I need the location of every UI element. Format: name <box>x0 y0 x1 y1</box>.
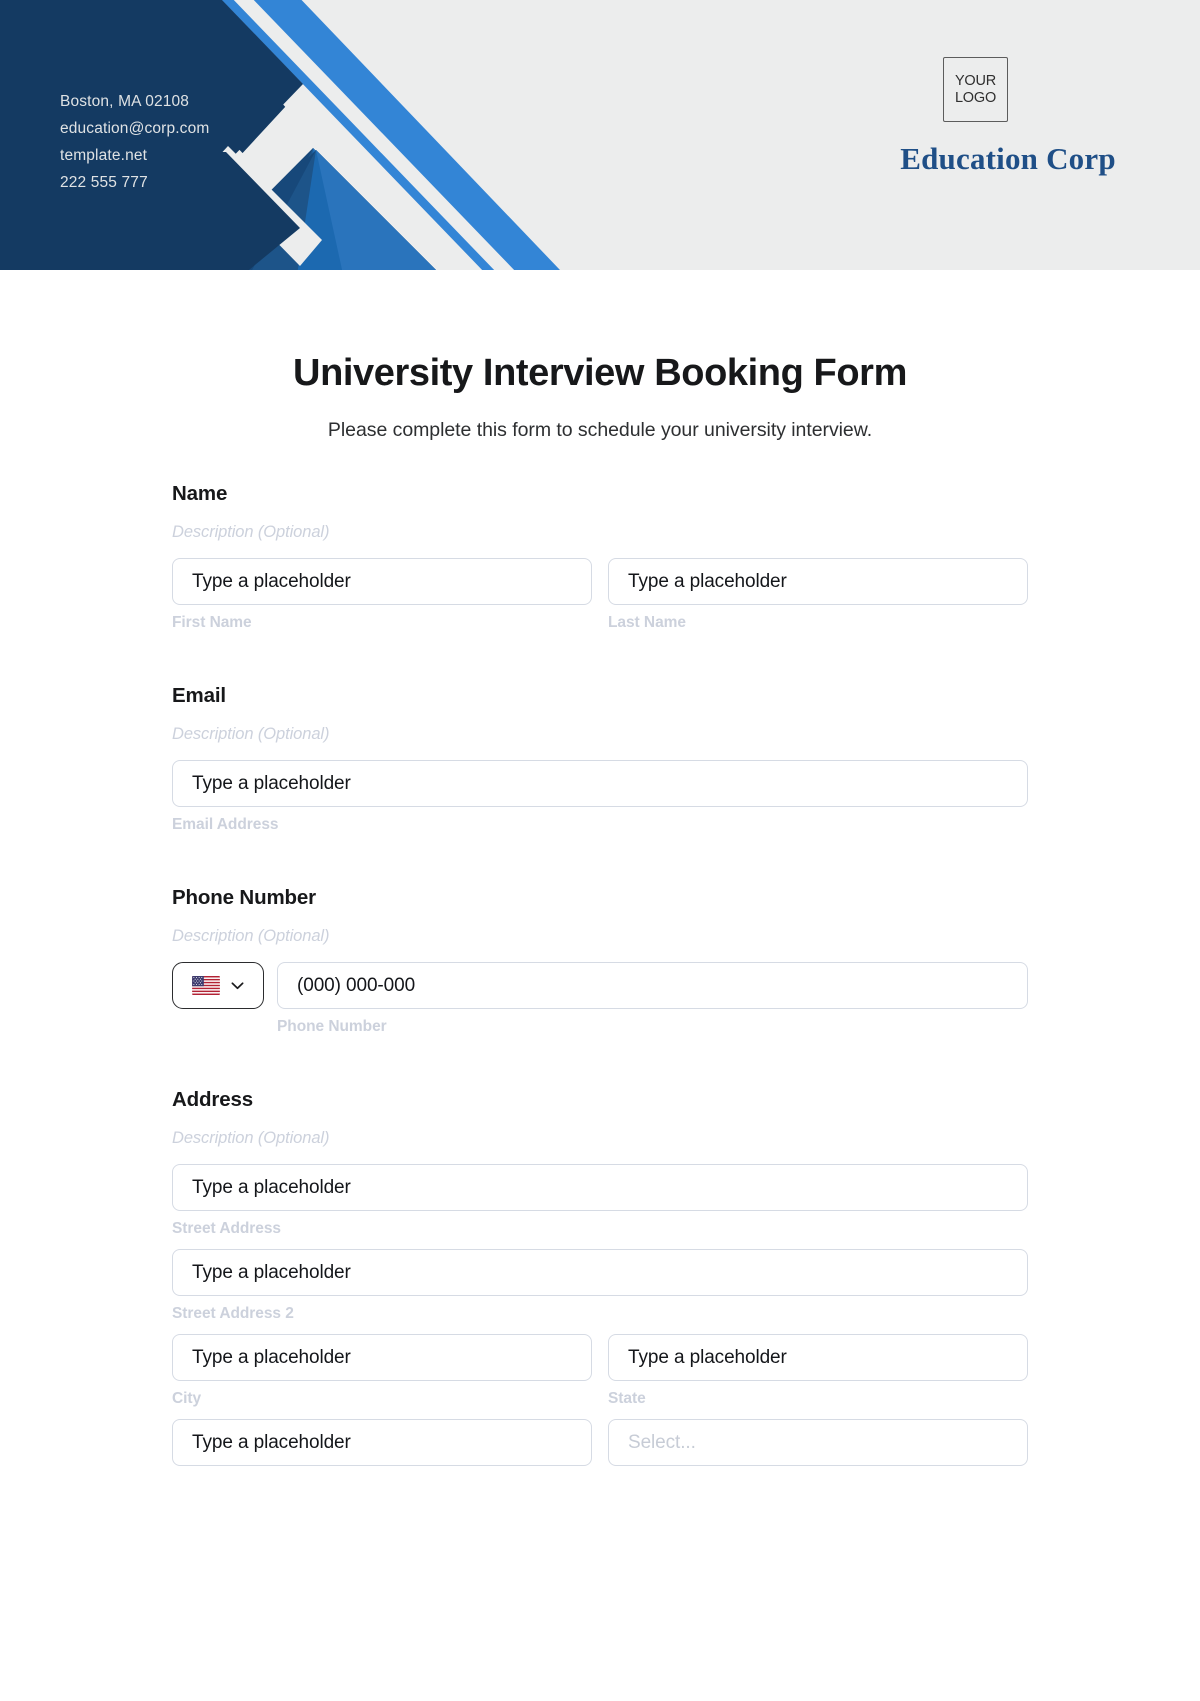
street-address-input[interactable]: Type a placeholder <box>172 1164 1028 1211</box>
sublabel-street-address-2: Street Address 2 <box>172 1305 294 1322</box>
street-address-2-input[interactable]: Type a placeholder <box>172 1249 1028 1296</box>
field-group-name: Name Description (Optional) Type a place… <box>172 482 1028 632</box>
logo-line-1: YOUR <box>954 73 997 89</box>
city-col: Type a placeholder City <box>172 1334 592 1408</box>
label-phone-number: Phone Number <box>172 886 316 909</box>
zip-country-row: Type a placeholder Select... <box>172 1419 1028 1466</box>
description-phone: Description (Optional) <box>172 927 330 945</box>
description-address: Description (Optional) <box>172 1129 330 1147</box>
sublabel-street-address: Street Address <box>172 1220 281 1237</box>
label-email: Email <box>172 684 226 707</box>
field-group-address: Address Description (Optional) Type a pl… <box>172 1088 1028 1466</box>
field-group-phone: Phone Number Description (Optional) (000… <box>172 886 1028 1036</box>
sublabel-last-name: Last Name <box>608 614 686 631</box>
phone-number-input[interactable]: (000) 000-000 <box>277 962 1028 1009</box>
form-page: University Interview Booking Form Please… <box>0 270 1200 1466</box>
country-code-select[interactable] <box>172 962 264 1009</box>
contact-address: Boston, MA 02108 <box>60 93 190 110</box>
phone-input-row: (000) 000-000 <box>172 962 1028 1009</box>
last-name-input[interactable]: Type a placeholder <box>608 558 1028 605</box>
contact-phone: 222 555 777 <box>60 174 148 191</box>
sublabel-first-name: First Name <box>172 614 252 631</box>
sublabel-city: City <box>172 1390 202 1407</box>
phone-number-col: (000) 000-000 <box>277 962 1028 1009</box>
contact-website: template.net <box>60 147 148 164</box>
label-name: Name <box>172 482 228 505</box>
state-col: Type a placeholder State <box>608 1334 1028 1408</box>
company-name: Education Corp <box>900 141 1116 176</box>
first-name-input[interactable]: Type a placeholder <box>172 558 592 605</box>
city-input[interactable]: Type a placeholder <box>172 1334 592 1381</box>
page-title: University Interview Booking Form <box>293 352 907 394</box>
city-state-row: Type a placeholder City Type a placehold… <box>172 1334 1028 1408</box>
last-name-col: Type a placeholder Last Name <box>608 558 1028 632</box>
header-contact-info: Boston, MA 02108 education@corp.com temp… <box>60 88 209 196</box>
state-input[interactable]: Type a placeholder <box>608 1334 1028 1381</box>
sublabel-phone-number: Phone Number <box>277 1018 387 1035</box>
field-group-email: Email Description (Optional) Type a plac… <box>172 684 1028 834</box>
street-address-col: Type a placeholder Street Address <box>172 1164 1028 1238</box>
zip-col: Type a placeholder <box>172 1419 592 1466</box>
street-address-2-col: Type a placeholder Street Address 2 <box>172 1249 1028 1323</box>
us-flag-icon <box>192 976 220 995</box>
sublabel-email-address: Email Address <box>172 816 279 833</box>
description-name: Description (Optional) <box>172 523 330 541</box>
country-select[interactable]: Select... <box>608 1419 1028 1466</box>
first-name-col: Type a placeholder First Name <box>172 558 592 632</box>
chevron-down-icon <box>231 981 244 989</box>
description-email: Description (Optional) <box>172 725 330 743</box>
name-input-row: Type a placeholder First Name Type a pla… <box>172 558 1028 632</box>
page-subtitle: Please complete this form to schedule yo… <box>327 419 873 441</box>
contact-email: education@corp.com <box>60 120 210 137</box>
logo-placeholder: YOUR LOGO <box>943 57 1008 122</box>
email-col: Type a placeholder Email Address <box>172 760 1028 834</box>
label-address: Address <box>172 1088 253 1111</box>
country-col: Select... <box>608 1419 1028 1466</box>
logo-line-2: LOGO <box>954 89 997 106</box>
page-header: Boston, MA 02108 education@corp.com temp… <box>0 0 1200 270</box>
sublabel-state: State <box>608 1390 646 1407</box>
form-fields: Name Description (Optional) Type a place… <box>172 442 1028 1466</box>
email-input[interactable]: Type a placeholder <box>172 760 1028 807</box>
zip-code-input[interactable]: Type a placeholder <box>172 1419 592 1466</box>
